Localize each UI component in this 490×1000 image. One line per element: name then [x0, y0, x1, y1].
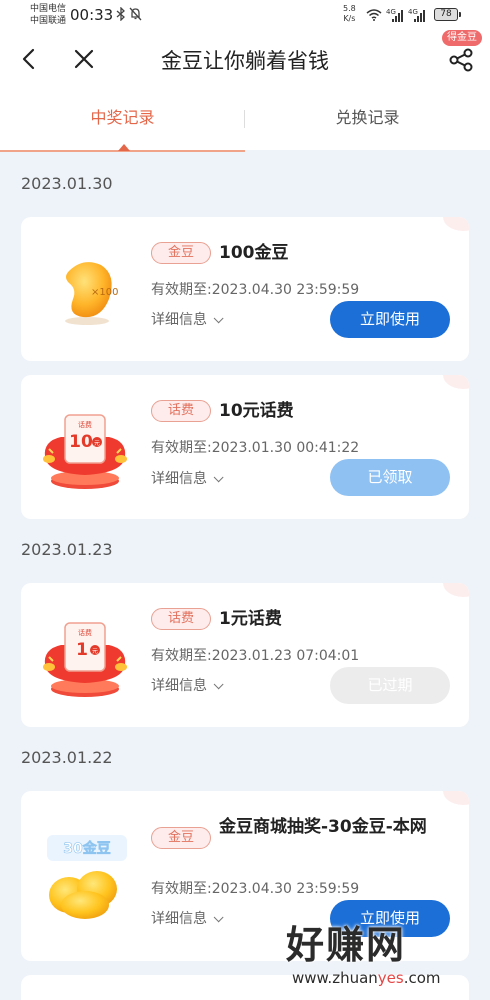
expire-label: 有效期至:	[151, 282, 212, 298]
signal-2-bars-icon	[414, 10, 426, 22]
net-speed-value: 5.8	[343, 4, 356, 13]
expire-row: 有效期至:2023.04.30 23:59:59	[151, 279, 359, 299]
detail-label: 详细信息	[151, 312, 207, 328]
gold-bean-icon: ×100	[39, 243, 131, 339]
share-icon	[449, 48, 473, 72]
prize-record-card: 话费 10 元 话费 10元话费 有效期至:2023.01.30 00:41:2…	[21, 375, 469, 519]
prize-record-card-partial	[21, 975, 469, 1000]
tab-prize-records[interactable]: 中奖记录	[0, 88, 245, 150]
card-corner-decoration	[443, 217, 469, 231]
expire-time: 2023.01.23 07:04:01	[211, 648, 360, 664]
expire-label: 有效期至:	[151, 648, 212, 664]
net-speed-unit: K/s	[343, 14, 356, 23]
mute-bell-icon	[129, 7, 142, 24]
close-icon	[74, 49, 94, 69]
chevron-down-icon	[213, 912, 224, 923]
group-date: 2023.01.22	[21, 748, 113, 767]
card-corner-decoration	[443, 375, 469, 389]
prize-record-card: 30金豆 金豆 金豆商城抽奖-30金豆-本网 有效期至:2023.04.30 2…	[21, 791, 469, 961]
expire-row: 有效期至:2023.04.30 23:59:59	[151, 878, 359, 898]
battery-icon: 78	[434, 8, 458, 21]
detail-label: 详细信息	[151, 471, 207, 487]
prize-name: 金豆商城抽奖-30金豆-本网	[219, 817, 427, 837]
signal-1-bars-icon	[392, 10, 404, 22]
chevron-down-icon	[213, 472, 224, 483]
envelope-amount: 10	[69, 432, 93, 452]
expire-row: 有效期至:2023.01.23 07:04:01	[151, 645, 359, 665]
detail-label: 详细信息	[151, 678, 207, 694]
prize-tag: 金豆	[151, 242, 211, 264]
wifi-icon	[366, 9, 382, 21]
prize-record-card: ×100 金豆 100金豆 有效期至:2023.04.30 23:59:59 详…	[21, 217, 469, 361]
close-button[interactable]	[70, 44, 98, 74]
card-corner-decoration	[443, 583, 469, 597]
record-tabs: 中奖记录 兑换记录	[0, 88, 490, 152]
expired-button: 已过期	[330, 667, 450, 704]
detail-toggle[interactable]: 详细信息	[151, 908, 224, 928]
chevron-down-icon	[213, 679, 224, 690]
expire-time: 2023.04.30 23:59:59	[211, 881, 360, 897]
card-corner-decoration	[443, 791, 469, 805]
active-tab-caret-icon	[118, 144, 130, 151]
share-button[interactable]	[444, 46, 478, 76]
bluetooth-icon	[116, 6, 126, 24]
detail-toggle[interactable]: 详细信息	[151, 468, 224, 488]
prize-name: 100金豆	[219, 243, 289, 263]
claimed-button[interactable]: 已领取	[330, 459, 450, 496]
nav-bar: 金豆让你躺着省钱 得金豆	[0, 30, 490, 88]
tab-exchange-records[interactable]: 兑换记录	[245, 88, 490, 150]
phone-credit-envelope-icon: 话费 10 元	[39, 401, 131, 497]
carrier-info: 中国电信 中国联通	[30, 3, 66, 27]
carrier-1: 中国电信	[30, 4, 67, 14]
gold-beans-pile-icon: 30金豆	[39, 831, 131, 927]
envelope-top-text: 话费	[78, 628, 92, 637]
status-bar: 中国电信 中国联通 00:33 5.8 K/s 4G 4G 78	[0, 0, 490, 30]
carrier-2: 中国联通	[30, 16, 67, 26]
gold-bean-pile-label: 30金豆	[63, 840, 110, 857]
prize-tag: 话费	[151, 608, 211, 630]
prize-name: 10元话费	[219, 401, 294, 421]
use-now-button[interactable]: 立即使用	[330, 301, 450, 338]
prize-record-card: 话费 1 元 话费 1元话费 有效期至:2023.01.23 07:04:01 …	[21, 583, 469, 727]
use-now-button[interactable]: 立即使用	[330, 900, 450, 937]
back-button[interactable]	[16, 44, 42, 74]
prize-name: 1元话费	[219, 609, 282, 629]
chevron-down-icon	[213, 313, 224, 324]
get-gold-badge[interactable]: 得金豆	[442, 30, 482, 46]
gold-bean-amount: ×100	[91, 287, 118, 298]
prize-tag: 话费	[151, 400, 211, 422]
detail-label: 详细信息	[151, 911, 207, 927]
expire-label: 有效期至:	[151, 440, 212, 456]
clock: 00:33	[70, 6, 114, 24]
envelope-unit: 元	[92, 648, 98, 655]
group-date: 2023.01.30	[21, 174, 113, 193]
prize-tag: 金豆	[151, 827, 211, 849]
phone-credit-envelope-icon: 话费 1 元	[39, 609, 131, 705]
detail-toggle[interactable]: 详细信息	[151, 675, 224, 695]
expire-time: 2023.04.30 23:59:59	[211, 282, 360, 298]
envelope-unit: 元	[94, 440, 100, 447]
detail-toggle[interactable]: 详细信息	[151, 309, 224, 329]
expire-row: 有效期至:2023.01.30 00:41:22	[151, 437, 359, 457]
net-speed: 5.8 K/s	[343, 4, 356, 24]
battery-tip	[459, 12, 461, 17]
expire-time: 2023.01.30 00:41:22	[211, 440, 360, 456]
group-date: 2023.01.23	[21, 540, 113, 559]
envelope-top-text: 话费	[78, 420, 92, 429]
back-arrow-icon	[22, 48, 35, 70]
envelope-amount: 1	[76, 640, 88, 660]
expire-label: 有效期至:	[151, 881, 212, 897]
